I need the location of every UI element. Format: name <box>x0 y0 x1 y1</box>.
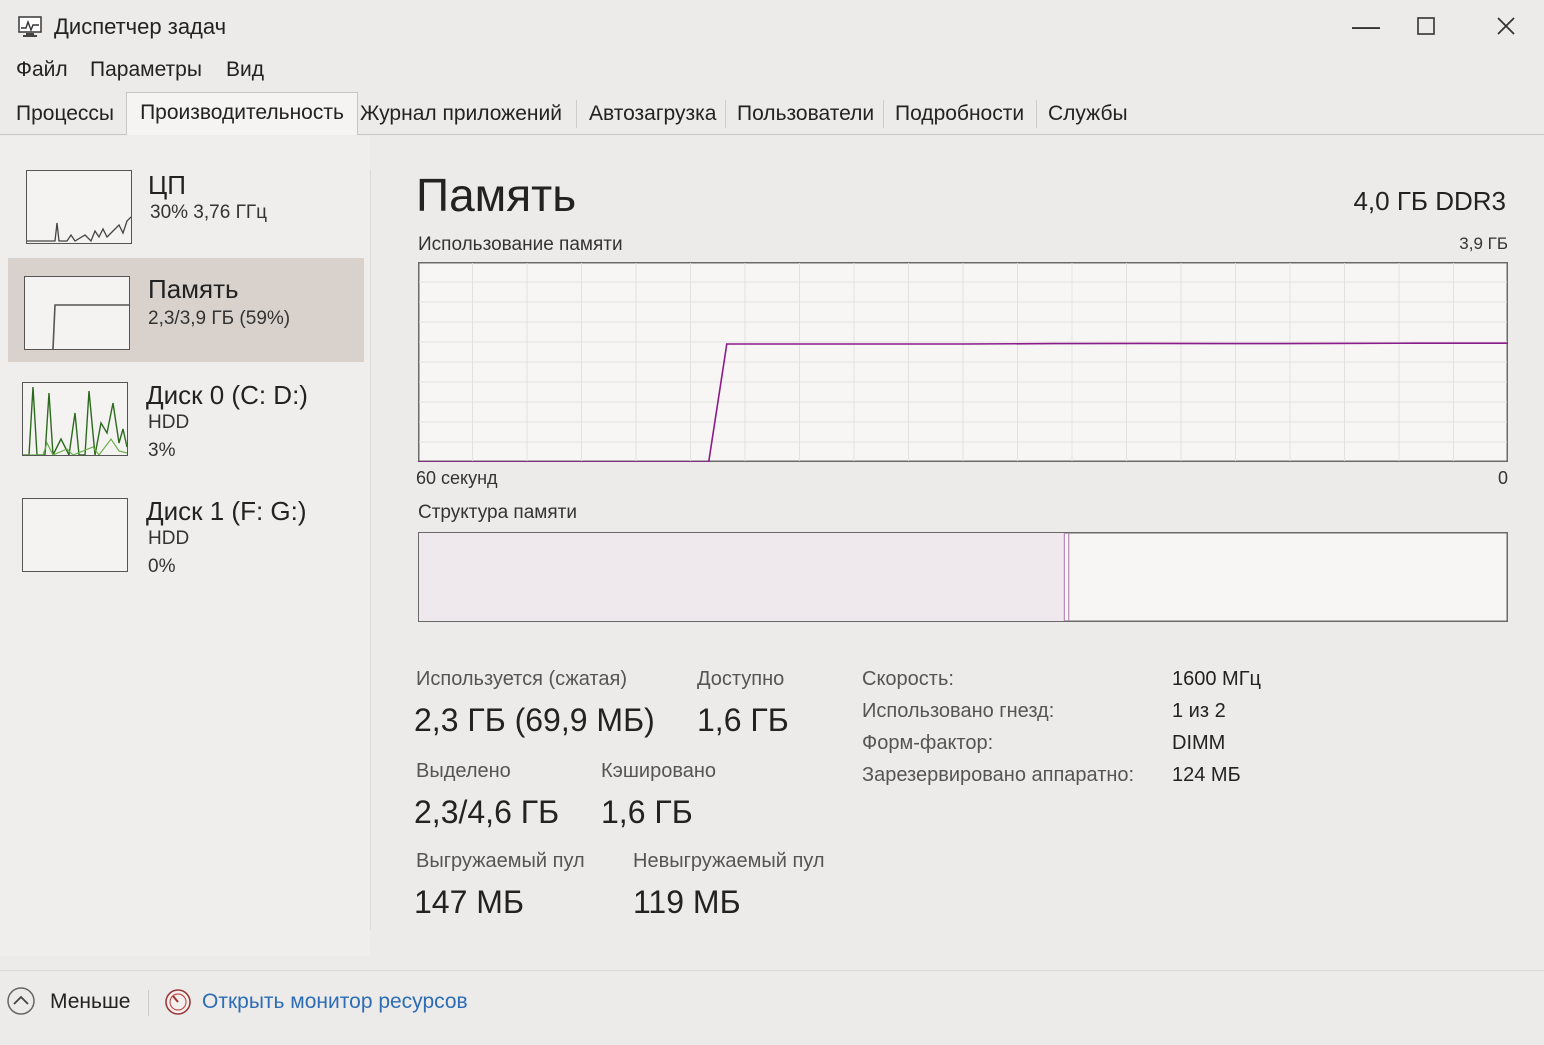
stat-in-use-label: Используется (сжатая) <box>416 668 627 690</box>
structure-graph-label: Структура памяти <box>418 502 577 523</box>
resource-sub: HDD <box>148 528 190 549</box>
resource-sub: 0% <box>148 556 176 577</box>
open-resource-monitor-link[interactable]: Открыть монитор ресурсов <box>202 990 468 1014</box>
close-icon <box>1497 17 1515 35</box>
fewer-details-button[interactable]: Меньше <box>50 990 130 1014</box>
stat-paged-pool-label: Выгружаемый пул <box>416 850 585 872</box>
disk0-thumbnail-graph <box>22 382 128 456</box>
tab-separator <box>883 100 884 128</box>
resource-sub: HDD <box>148 412 190 433</box>
stat-committed-label: Выделено <box>416 760 511 782</box>
spec-slots-value: 1 из 2 <box>1172 700 1226 722</box>
tab-services[interactable]: Службы <box>1046 96 1130 132</box>
tab-separator <box>725 100 726 128</box>
tab-separator <box>1036 100 1037 128</box>
stat-available-value: 1,6 ГБ <box>697 702 789 738</box>
cpu-thumbnail-graph <box>26 170 132 244</box>
tab-separator <box>576 100 577 128</box>
spec-speed-label: Скорость: <box>862 668 954 690</box>
usage-graph-max: 3,9 ГБ <box>1459 234 1508 253</box>
stat-nonpaged-pool-label: Невыгружаемый пул <box>633 850 825 872</box>
resource-monitor-icon[interactable] <box>164 988 192 1016</box>
task-manager-icon <box>18 16 42 37</box>
memory-usage-graph <box>418 262 1508 462</box>
spec-slots-label: Использовано гнезд: <box>862 700 1055 722</box>
stat-available-label: Доступно <box>697 668 785 690</box>
stat-cached-value: 1,6 ГБ <box>601 794 693 830</box>
stat-in-use-value: 2,3 ГБ (69,9 МБ) <box>414 702 655 738</box>
resource-sub: 30% 3,76 ГГц <box>150 202 268 223</box>
maximize-icon <box>1417 17 1435 35</box>
chevron-up-icon[interactable] <box>6 986 36 1016</box>
structure-in-use <box>419 533 1065 621</box>
resource-sub: 2,3/3,9 ГБ (59%) <box>148 308 291 329</box>
resource-name: Диск 0 (C: D:) <box>146 380 308 410</box>
tab-app-history[interactable]: Журнал приложений <box>358 96 564 132</box>
tab-details[interactable]: Подробности <box>893 96 1026 132</box>
window-title: Диспетчер задач <box>54 14 227 39</box>
resource-name: Диск 1 (F: G:) <box>146 496 307 526</box>
menu-options[interactable]: Параметры <box>90 58 202 82</box>
spec-form-factor-value: DIMM <box>1172 732 1226 754</box>
memory-structure-graph <box>418 532 1508 622</box>
menu-file[interactable]: Файл <box>16 58 68 82</box>
menu-view[interactable]: Вид <box>226 58 264 82</box>
usage-graph-label: Использование памяти <box>418 234 623 255</box>
title-bar <box>0 0 1544 56</box>
minimize-button[interactable]: — <box>1336 6 1396 46</box>
resource-sub: 3% <box>148 440 176 461</box>
stat-nonpaged-pool-value: 119 МБ <box>633 884 741 920</box>
disk1-thumbnail-graph <box>22 498 128 572</box>
spec-form-factor-label: Форм-фактор: <box>862 732 994 754</box>
tab-performance[interactable]: Производительность <box>126 92 358 135</box>
minimize-icon: — <box>1352 10 1380 41</box>
tab-startup[interactable]: Автозагрузка <box>587 96 718 132</box>
resource-name: ЦП <box>148 170 186 200</box>
tab-processes[interactable]: Процессы <box>14 96 116 132</box>
stat-committed-value: 2,3/4,6 ГБ <box>414 794 560 830</box>
pane-divider <box>370 170 371 930</box>
close-button[interactable] <box>1476 6 1536 46</box>
stat-cached-label: Кэшировано <box>601 760 717 782</box>
memory-thumbnail-graph <box>24 276 130 350</box>
tab-users[interactable]: Пользователи <box>735 96 876 132</box>
axis-time-end: 0 <box>1497 468 1508 488</box>
memory-type: 4,0 ГБ DDR3 <box>1353 186 1506 216</box>
resource-name: Память <box>148 274 239 304</box>
spec-speed-value: 1600 МГц <box>1172 668 1261 690</box>
spec-reserved-label: Зарезервировано аппаратно: <box>862 764 1135 786</box>
page-title: Память <box>416 169 577 221</box>
maximize-button[interactable] <box>1396 6 1456 46</box>
footer-separator <box>148 990 149 1016</box>
spec-reserved-value: 124 МБ <box>1172 764 1241 786</box>
axis-time-start: 60 секунд <box>416 468 498 488</box>
stat-paged-pool-value: 147 МБ <box>414 884 524 920</box>
